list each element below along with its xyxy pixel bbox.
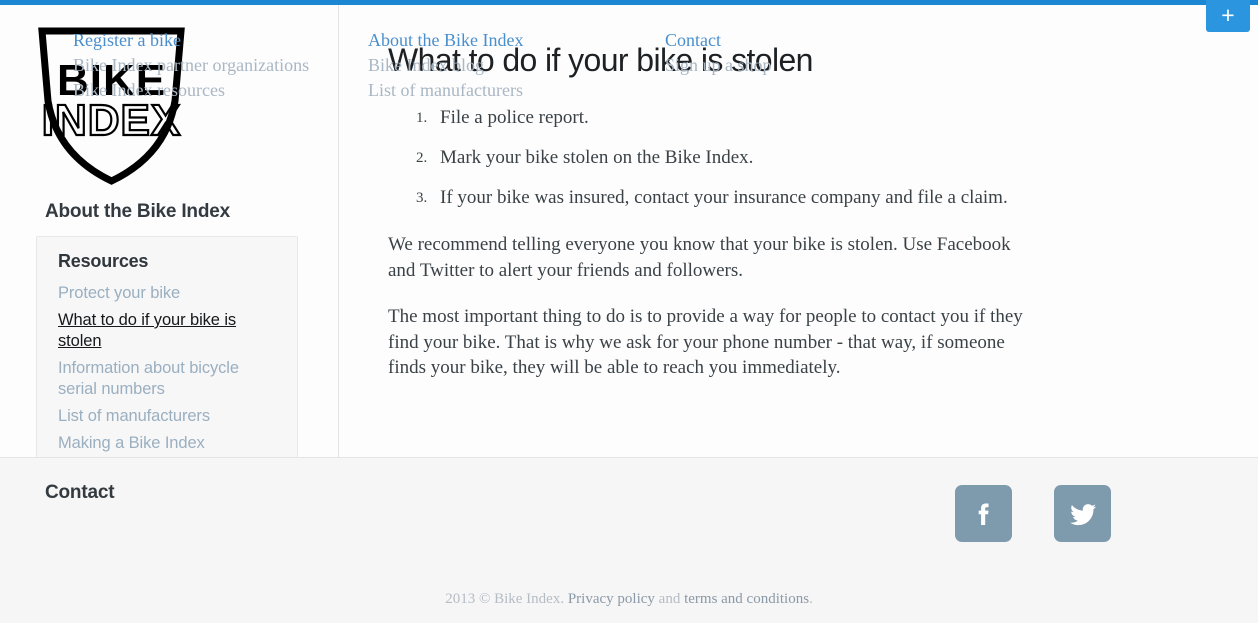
copyright-prefix: 2013 © Bike Index. [445, 591, 565, 607]
social-links [955, 485, 1111, 542]
footer-link-columns: Register a bike Bike Index partner organ… [0, 28, 1258, 108]
list-item: What to do if your bike is stolen [37, 307, 297, 355]
sidebar-item-what-to-do-if-stolen[interactable]: What to do if your bike is stolen [58, 307, 279, 355]
top-accent-bar [0, 0, 1258, 5]
list-item: List of manufacturers [37, 403, 297, 430]
resources-list: Protect your bike What to do if your bik… [37, 280, 297, 478]
sidebar-heading-about[interactable]: About the Bike Index [45, 201, 230, 223]
sidebar-item-list-of-manufacturers[interactable]: List of manufacturers [58, 403, 279, 430]
sidebar-heading-contact[interactable]: Contact [45, 482, 115, 504]
paragraph-contact-info: The most important thing to do is to pro… [388, 306, 1023, 378]
footer-link-contact[interactable]: Contact [665, 28, 772, 53]
copyright-conjunction-wrap: and [655, 591, 684, 607]
steps-list: File a police report. Mark your bike sto… [388, 105, 1258, 211]
footer-column-1: Register a bike Bike Index partner organ… [73, 28, 309, 103]
footer-link-register-a-bike[interactable]: Register a bike [73, 28, 309, 53]
copyright-conjunction: and [658, 591, 681, 607]
footer-link-bike-index-resources[interactable]: Bike Index resources [73, 78, 309, 103]
list-item: File a police report. [416, 106, 589, 131]
list-item: Protect your bike [37, 280, 297, 307]
footer-column-2: About the Bike Index Bike Index blog Lis… [368, 28, 523, 103]
footer-link-list-of-manufacturers[interactable]: List of manufacturers [368, 78, 523, 103]
sidebar-item-serial-numbers[interactable]: Information about bicycle serial numbers [58, 355, 279, 403]
resources-title: Resources [58, 251, 149, 271]
copyright-suffix: . [809, 591, 813, 607]
sidebar-item-protect-your-bike[interactable]: Protect your bike [58, 280, 279, 307]
paragraph-recommendation: We recommend telling everyone you know t… [388, 234, 1011, 281]
list-item: Mark your bike stolen on the Bike Index. [416, 146, 754, 171]
privacy-policy-link[interactable]: Privacy policy [568, 591, 655, 607]
facebook-icon[interactable] [955, 485, 1012, 542]
twitter-icon[interactable] [1054, 485, 1111, 542]
footer-column-3: Contact Sign up a shop [665, 28, 772, 78]
footer-link-sign-up-a-shop[interactable]: Sign up a shop [665, 53, 772, 78]
resources-panel: Resources Protect your bike What to do i… [36, 236, 298, 473]
list-item: If your bike was insured, contact your i… [416, 186, 1008, 211]
terms-and-conditions-link[interactable]: terms and conditions [684, 591, 809, 607]
footer-link-about-the-bike-index[interactable]: About the Bike Index [368, 28, 523, 53]
list-item: Information about bicycle serial numbers [37, 355, 297, 403]
add-bike-button[interactable]: + [1206, 0, 1250, 32]
footer-link-partner-organizations[interactable]: Bike Index partner organizations [73, 53, 309, 78]
footer-link-bike-index-blog[interactable]: Bike Index blog [368, 53, 523, 78]
copyright-line: 2013 © Bike Index. Privacy policy and te… [0, 591, 1258, 608]
